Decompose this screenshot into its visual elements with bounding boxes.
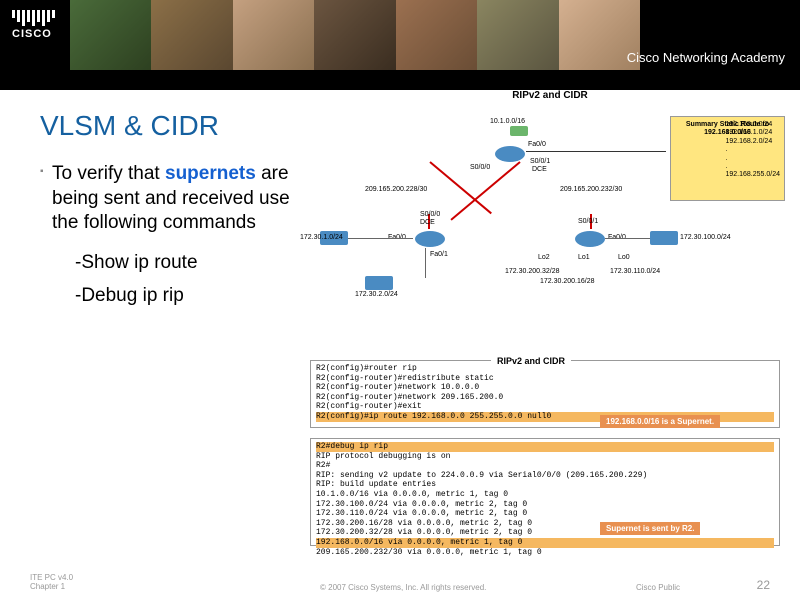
- command-2: -Debug ip rip: [75, 284, 300, 309]
- r1-dce: DCE: [420, 219, 435, 226]
- supernet-note-2: Supernet is sent by R2.: [600, 522, 700, 535]
- cli2-l8: 172.30.110.0/24 via 0.0.0.0, metric 2, t…: [316, 509, 774, 519]
- cli2-l7: 172.30.100.0/24 via 0.0.0.0, metric 2, t…: [316, 500, 774, 510]
- cisco-brand-text: CISCO: [12, 28, 55, 40]
- cli2-l3: R2#: [316, 461, 774, 471]
- slide-content: VLSM & CIDR To verify that supernets are…: [0, 90, 800, 570]
- sum-nlast: 192.168.255.0/24: [726, 171, 781, 179]
- header-wave: [0, 70, 800, 90]
- slide-header: CISCO Cisco Networking Academy: [0, 0, 800, 90]
- link-tr: [605, 238, 650, 239]
- cli1-l5: R2(config-router)#exit: [316, 402, 774, 412]
- cli2-l9: 172.30.200.16/28 via 0.0.0.0, metric 2, …: [316, 519, 774, 529]
- lo1-net: 172.30.200.16/28: [540, 278, 595, 285]
- cisco-bars-icon: [12, 10, 55, 26]
- r1-s000: S0/0/0: [420, 211, 440, 218]
- cisco-logo: CISCO: [12, 10, 55, 40]
- lo0-net: 172.30.110.0/24: [610, 268, 660, 275]
- summary-list: 192.168.0.0/24 192.168.1.0/24 192.168.2.…: [726, 121, 781, 180]
- sum-d1: .: [726, 146, 781, 154]
- header-photo-strip: [70, 0, 640, 70]
- body-text-block: To verify that supernets are being sent …: [40, 162, 300, 308]
- diagram-title: RIPv2 and CIDR: [310, 90, 790, 101]
- link-summary: [526, 151, 666, 152]
- router-r3-icon: [575, 231, 605, 247]
- topology: 10.1.0.0/16 Fa0/0 S0/0/0 S0/0/1 DCE 209.…: [310, 106, 790, 336]
- cli2-l5: RIP: build update entries: [316, 480, 774, 490]
- text-pre: To verify that: [52, 163, 165, 184]
- cli2-l12: 209.165.200.232/30 via 0.0.0.0, metric 1…: [316, 548, 774, 558]
- r2-net-label: 10.1.0.0/16: [490, 118, 525, 125]
- s000-label: S0/0/0: [470, 164, 490, 171]
- cli2-l6: 10.1.0.0/16 via 0.0.0.0, metric 1, tag 0: [316, 490, 774, 500]
- lo2-label: Lo2: [538, 254, 550, 261]
- lo2-net: 172.30.200.32/28: [505, 268, 560, 275]
- cloud-icon: [510, 126, 528, 136]
- switch-bl-icon: [365, 276, 393, 290]
- sw-bl-label: 172.30.2.0/24: [355, 291, 398, 298]
- cli1-l2: R2(config-router)#redistribute static: [316, 374, 774, 384]
- sw-tr-label: 172.30.100.0/24: [680, 234, 731, 241]
- footer-left: ITE PC v4.0 Chapter 1: [30, 573, 73, 592]
- link-tl: [348, 238, 413, 239]
- r1-fa01: Fa0/1: [430, 251, 448, 258]
- sum-n2: 192.168.1.0/24: [726, 129, 781, 137]
- cli1-title: RIPv2 and CIDR: [491, 356, 571, 367]
- router-r1-icon: [415, 231, 445, 247]
- switch-tr-icon: [650, 231, 678, 245]
- footer-public: Cisco Public: [636, 583, 680, 592]
- supernets-highlight: supernets: [165, 163, 256, 184]
- right-link-label: 209.165.200.232/30: [560, 186, 622, 193]
- cli1-l3: R2(config-router)#network 10.0.0.0: [316, 383, 774, 393]
- left-link-label: 209.165.200.228/30: [365, 186, 427, 193]
- footer-course: ITE PC v4.0: [30, 573, 73, 583]
- lo0-label: Lo0: [618, 254, 630, 261]
- cli2-l4: RIP: sending v2 update to 224.0.0.9 via …: [316, 471, 774, 481]
- footer-copyright: © 2007 Cisco Systems, Inc. All rights re…: [320, 583, 486, 592]
- main-bullet: To verify that supernets are being sent …: [40, 162, 300, 236]
- command-1: -Show ip route: [75, 251, 300, 276]
- slide-footer: ITE PC v4.0 Chapter 1 © 2007 Cisco Syste…: [0, 570, 800, 600]
- cli-debug-box: R2#debug ip rip RIP protocol debugging i…: [310, 438, 780, 546]
- lo1-label: Lo1: [578, 254, 590, 261]
- router-r2-icon: [495, 146, 525, 162]
- cli2-l1-highlight: R2#debug ip rip: [316, 442, 774, 452]
- summary-route-box: Summary Static Route to 192.168.0.0/16 1…: [670, 116, 785, 201]
- fa00-label: Fa0/0: [528, 141, 546, 148]
- academy-label: Cisco Networking Academy: [627, 50, 785, 65]
- cli2-l2: RIP protocol debugging is on: [316, 452, 774, 462]
- r3-s001: S0/0/1: [578, 218, 598, 225]
- sum-n3: 192.168.2.0/24: [726, 138, 781, 146]
- cli2-l11-highlight: 192.168.0.0/16 via 0.0.0.0, metric 1, ta…: [316, 538, 774, 548]
- sum-d3: .: [726, 163, 781, 171]
- footer-page-number: 22: [757, 578, 770, 592]
- network-diagram: RIPv2 and CIDR 10.1.0.0/16 Fa0/0 S0/0/0 …: [310, 90, 790, 350]
- cli1-l4: R2(config-router)#network 209.165.200.0: [316, 393, 774, 403]
- cli2-l10: 172.30.200.32/28 via 0.0.0.0, metric 2, …: [316, 528, 774, 538]
- sum-d2: .: [726, 155, 781, 163]
- link-bl: [425, 248, 426, 278]
- supernet-note-1: 192.168.0.0/16 is a Supernet.: [600, 415, 720, 428]
- footer-chapter: Chapter 1: [30, 582, 73, 592]
- dce-label: DCE: [532, 166, 547, 173]
- s001-label: S0/0/1: [530, 158, 550, 165]
- sum-n1: 192.168.0.0/24: [726, 121, 781, 129]
